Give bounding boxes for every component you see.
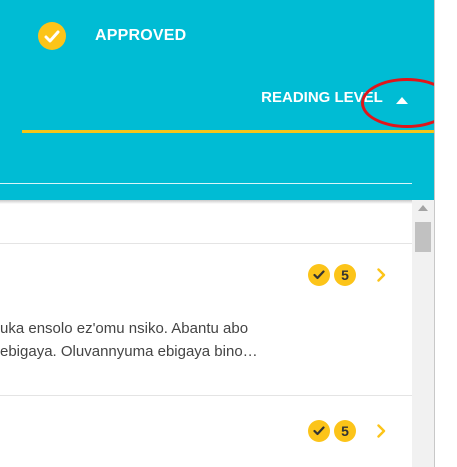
- list-item-badges: 5: [308, 264, 388, 286]
- stories-panel: APPROVED READING LEVEL 5 uka ensolo ez'o…: [0, 0, 435, 467]
- approved-label: APPROVED: [95, 27, 187, 44]
- tab-active-underline: [22, 130, 434, 133]
- chevron-right-icon[interactable]: [374, 421, 388, 441]
- reading-level-badge: 5: [334, 264, 356, 286]
- caret-up-icon: [396, 96, 408, 104]
- story-excerpt-line: ebigaya. Oluvannyuma ebigaya bino…: [0, 343, 258, 360]
- list-item-badges: 5: [308, 420, 388, 442]
- approved-check-icon: [308, 420, 330, 442]
- tab-toggle[interactable]: [388, 90, 416, 110]
- panel-header: APPROVED READING LEVEL: [0, 0, 434, 200]
- list-divider: [0, 243, 412, 244]
- scroll-up-icon[interactable]: [418, 205, 428, 211]
- list-divider: [0, 395, 412, 396]
- approved-check-icon: [308, 264, 330, 286]
- scroll-thumb[interactable]: [415, 222, 431, 252]
- chevron-right-icon[interactable]: [374, 265, 388, 285]
- story-excerpt[interactable]: uka ensolo ez'omu nsiko. Abantu abo ebig…: [0, 317, 400, 363]
- check-circle-icon: [38, 22, 66, 50]
- story-excerpt-line: uka ensolo ez'omu nsiko. Abantu abo: [0, 320, 249, 337]
- reading-level-badge: 5: [334, 420, 356, 442]
- filter-input-underline: [0, 183, 412, 184]
- scrollbar[interactable]: [412, 200, 434, 467]
- approved-filter[interactable]: APPROVED: [38, 18, 186, 54]
- story-list: 5 uka ensolo ez'omu nsiko. Abantu abo eb…: [0, 200, 412, 467]
- tab-reading-level[interactable]: READING LEVEL: [0, 78, 434, 134]
